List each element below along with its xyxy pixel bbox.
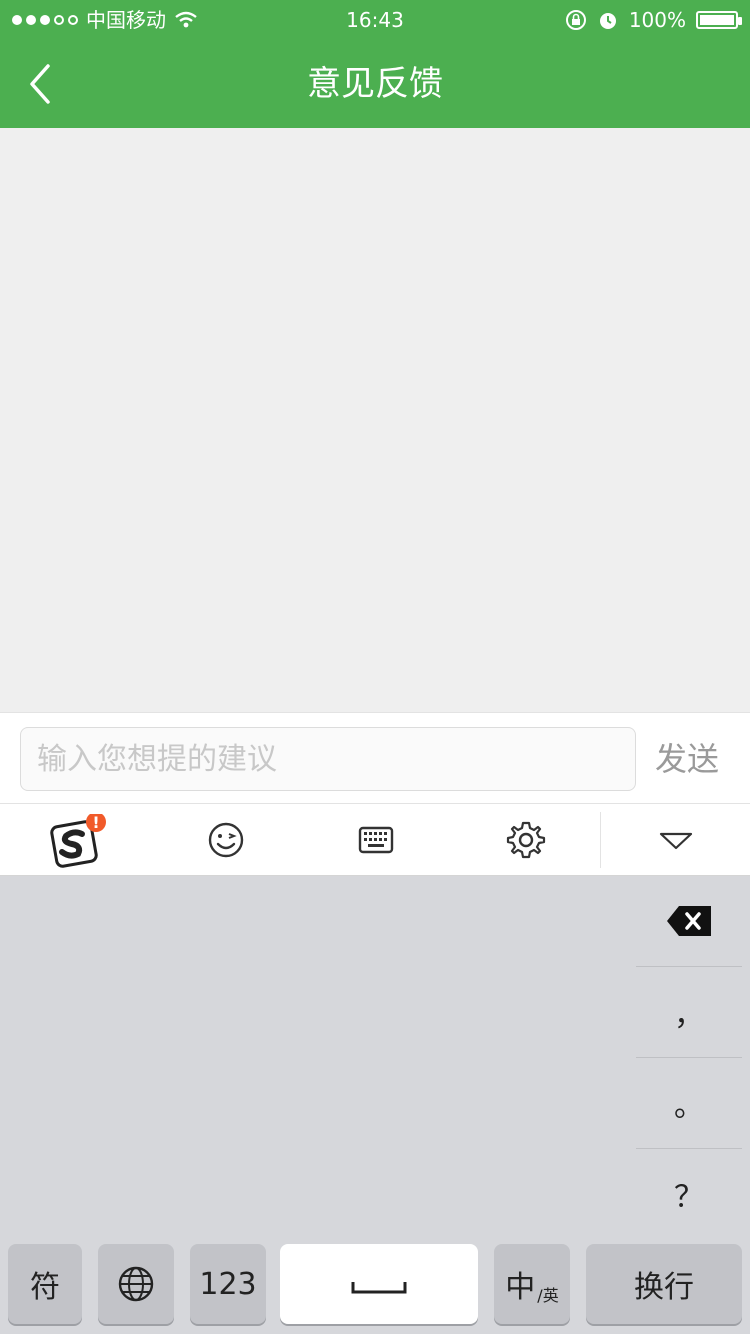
emoji-button[interactable] xyxy=(200,814,252,866)
enter-key[interactable]: 换行 xyxy=(586,1244,742,1324)
status-right: 100% xyxy=(565,6,742,34)
globe-key[interactable] xyxy=(98,1244,174,1324)
question-key[interactable]: ？ xyxy=(636,1149,742,1239)
battery-percent: 100% xyxy=(628,8,686,32)
page-title: 意见反馈 xyxy=(307,64,443,104)
keyboard-toolbar: ! xyxy=(0,804,750,876)
period-key[interactable]: 。 xyxy=(636,1058,742,1149)
sogou-logo-icon: ! xyxy=(50,814,106,868)
toolbar-divider xyxy=(600,812,601,868)
keyboard-bottom-row: 符 123 中/英 换行 xyxy=(0,1244,750,1330)
emoji-icon xyxy=(208,822,244,858)
send-button[interactable]: 发送 xyxy=(642,727,732,791)
backspace-icon xyxy=(667,906,711,936)
collapse-keyboard-button[interactable] xyxy=(650,814,702,866)
backspace-key[interactable] xyxy=(636,876,742,967)
gear-icon xyxy=(506,821,546,859)
globe-icon xyxy=(118,1266,154,1302)
symbols-key[interactable]: 符 xyxy=(8,1244,82,1324)
feedback-input[interactable] xyxy=(20,727,636,791)
language-switch-key[interactable]: 中/英 xyxy=(494,1244,570,1324)
space-icon xyxy=(351,1282,407,1294)
lang-main-label: 中 xyxy=(505,1270,536,1305)
settings-button[interactable] xyxy=(500,814,552,866)
keyboard: ， 。 ？ 符 123 中/英 换行 xyxy=(0,876,750,1334)
header: 中国移动 16:43 100% 意见反馈 xyxy=(0,0,750,128)
rotation-lock-icon xyxy=(565,9,587,31)
feedback-input-bar: 发送 xyxy=(0,712,750,804)
notification-badge: ! xyxy=(92,814,99,832)
feedback-list-area xyxy=(0,128,750,712)
nav-bar: 意见反馈 xyxy=(0,40,750,128)
battery-icon xyxy=(696,11,742,29)
status-bar: 中国移动 16:43 100% xyxy=(0,0,750,40)
keyboard-side-column: ， 。 ？ xyxy=(636,876,742,1239)
keyboard-icon xyxy=(358,826,394,854)
sogou-logo-button[interactable]: ! xyxy=(50,814,106,868)
lang-sub-label: /英 xyxy=(537,1286,559,1305)
keyboard-switch-button[interactable] xyxy=(350,814,402,866)
collapse-triangle-icon xyxy=(659,832,693,850)
comma-key[interactable]: ， xyxy=(636,967,742,1058)
feedback-screen: 中国移动 16:43 100% 意见反馈 输入您想提的建议 发送 ! ， 。 ？… xyxy=(0,0,750,1334)
space-key[interactable] xyxy=(280,1244,478,1324)
alarm-icon xyxy=(597,9,619,31)
numbers-key[interactable]: 123 xyxy=(190,1244,266,1324)
